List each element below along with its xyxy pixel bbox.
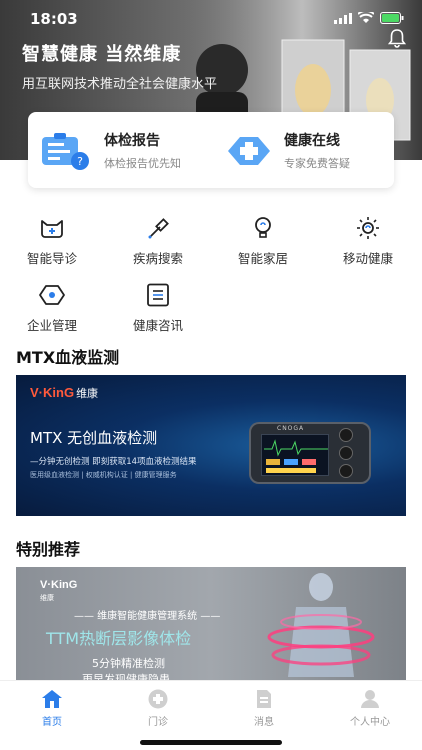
grid-label: 疾病搜索 (132, 251, 183, 266)
bell-icon[interactable] (388, 28, 406, 48)
service-health-report[interactable]: ? 体检报告 体检报告优先知 (40, 130, 181, 171)
service-subtitle: 专家免费答疑 (284, 157, 350, 170)
sun-icon (357, 217, 379, 239)
logo-cn: 维康 (76, 388, 99, 400)
wifi-icon (358, 12, 374, 23)
banner-subtitle: 5分钟精准检测 (92, 657, 165, 670)
device-screen-graph (264, 439, 328, 473)
banner-subtitle: —分钟无创检测 即刻获取14项血液检测结果 (30, 457, 197, 467)
svg-text:?: ? (77, 155, 83, 168)
grid-disease-search[interactable]: 疾病搜索 (118, 216, 198, 267)
ttm-banner[interactable]: V·KinG 维康 —— 维康智能健康管理系统 —— TTM热断层影像体检 5分… (16, 567, 406, 681)
thermal-body-image (267, 573, 375, 677)
status-bar: 18:03 (0, 0, 422, 40)
device-knob (339, 464, 353, 478)
device-screen (261, 434, 329, 476)
dropper-icon (148, 218, 169, 239)
logo-text: V·KinG (30, 385, 75, 400)
grid-label: 智能家居 (237, 251, 288, 266)
service-title: 体检报告 (104, 133, 160, 149)
device-brand: CNOGA (277, 425, 305, 432)
banner-logo: V·KinG 维康 (30, 385, 98, 401)
device-knob (339, 446, 353, 460)
hexagon-icon (39, 285, 65, 305)
services-card: ? 体检报告 体检报告优先知 健康在线 专家免费答疑 (28, 112, 394, 188)
banner-logo: V·KinG (40, 579, 78, 591)
banner-system: —— 维康智能健康管理系统 —— (74, 611, 221, 622)
tab-messages[interactable]: 消息 (222, 689, 306, 728)
hero-subtitle: 用互联网技术推动全社会健康水平 (22, 77, 218, 92)
grid-label: 企业管理 (26, 318, 77, 333)
triage-icon (41, 220, 63, 238)
tab-label: 个人中心 (350, 717, 390, 728)
medical-cross-icon (228, 136, 270, 165)
device-knob (339, 428, 353, 442)
home-indicator (140, 740, 282, 745)
service-title: 健康在线 (284, 133, 340, 149)
grid-smart-triage[interactable]: 智能导诊 (12, 216, 92, 267)
banner-title: TTM热断层影像体检 (46, 629, 192, 648)
section-title-blood: MTX血液监测 (16, 348, 120, 367)
grid-label: 健康咨讯 (132, 318, 183, 333)
report-icon: ? (42, 132, 89, 170)
medical-cross-icon (148, 689, 168, 709)
banner-title: MTX 无创血液检测 (30, 429, 158, 447)
banner-logo-cn: 维康 (40, 594, 54, 602)
grid-mobile-health[interactable]: 移动健康 (328, 216, 408, 267)
banner-features: 医用级血液检测 | 权威机构认证 | 健康管理服务 (30, 471, 177, 479)
cnoga-device-image: CNOGA (249, 422, 371, 484)
message-document-icon (257, 690, 271, 708)
grid-label: 移动健康 (342, 251, 393, 266)
user-icon (361, 690, 379, 708)
tab-label: 门诊 (148, 717, 168, 728)
grid-smart-home[interactable]: 智能家居 (223, 216, 303, 267)
grid-label: 智能导诊 (26, 251, 77, 266)
hero-title: 智慧健康 当然维康 (22, 44, 182, 65)
document-icon (147, 283, 169, 307)
tab-label: 消息 (254, 717, 274, 728)
status-icons (334, 12, 404, 24)
signal-icon (334, 12, 352, 24)
grid-health-news[interactable]: 健康咨讯 (118, 283, 198, 334)
grid-enterprise-management[interactable]: 企业管理 (12, 283, 92, 334)
mtx-banner[interactable]: V·KinG 维康 MTX 无创血液检测 —分钟无创检测 即刻获取14项血液检测结… (16, 375, 406, 516)
tab-profile[interactable]: 个人中心 (328, 689, 412, 728)
section-title-recommend: 特别推荐 (16, 540, 81, 559)
service-subtitle: 体检报告优先知 (104, 157, 181, 170)
service-health-online[interactable]: 健康在线 专家免费答疑 (224, 130, 350, 171)
tab-clinic[interactable]: 门诊 (116, 689, 200, 728)
status-time: 18:03 (30, 10, 78, 28)
battery-icon (380, 12, 404, 24)
home-icon (42, 690, 62, 708)
tab-home[interactable]: 首页 (10, 689, 94, 728)
bulb-icon (255, 217, 271, 238)
tab-label: 首页 (42, 717, 62, 728)
